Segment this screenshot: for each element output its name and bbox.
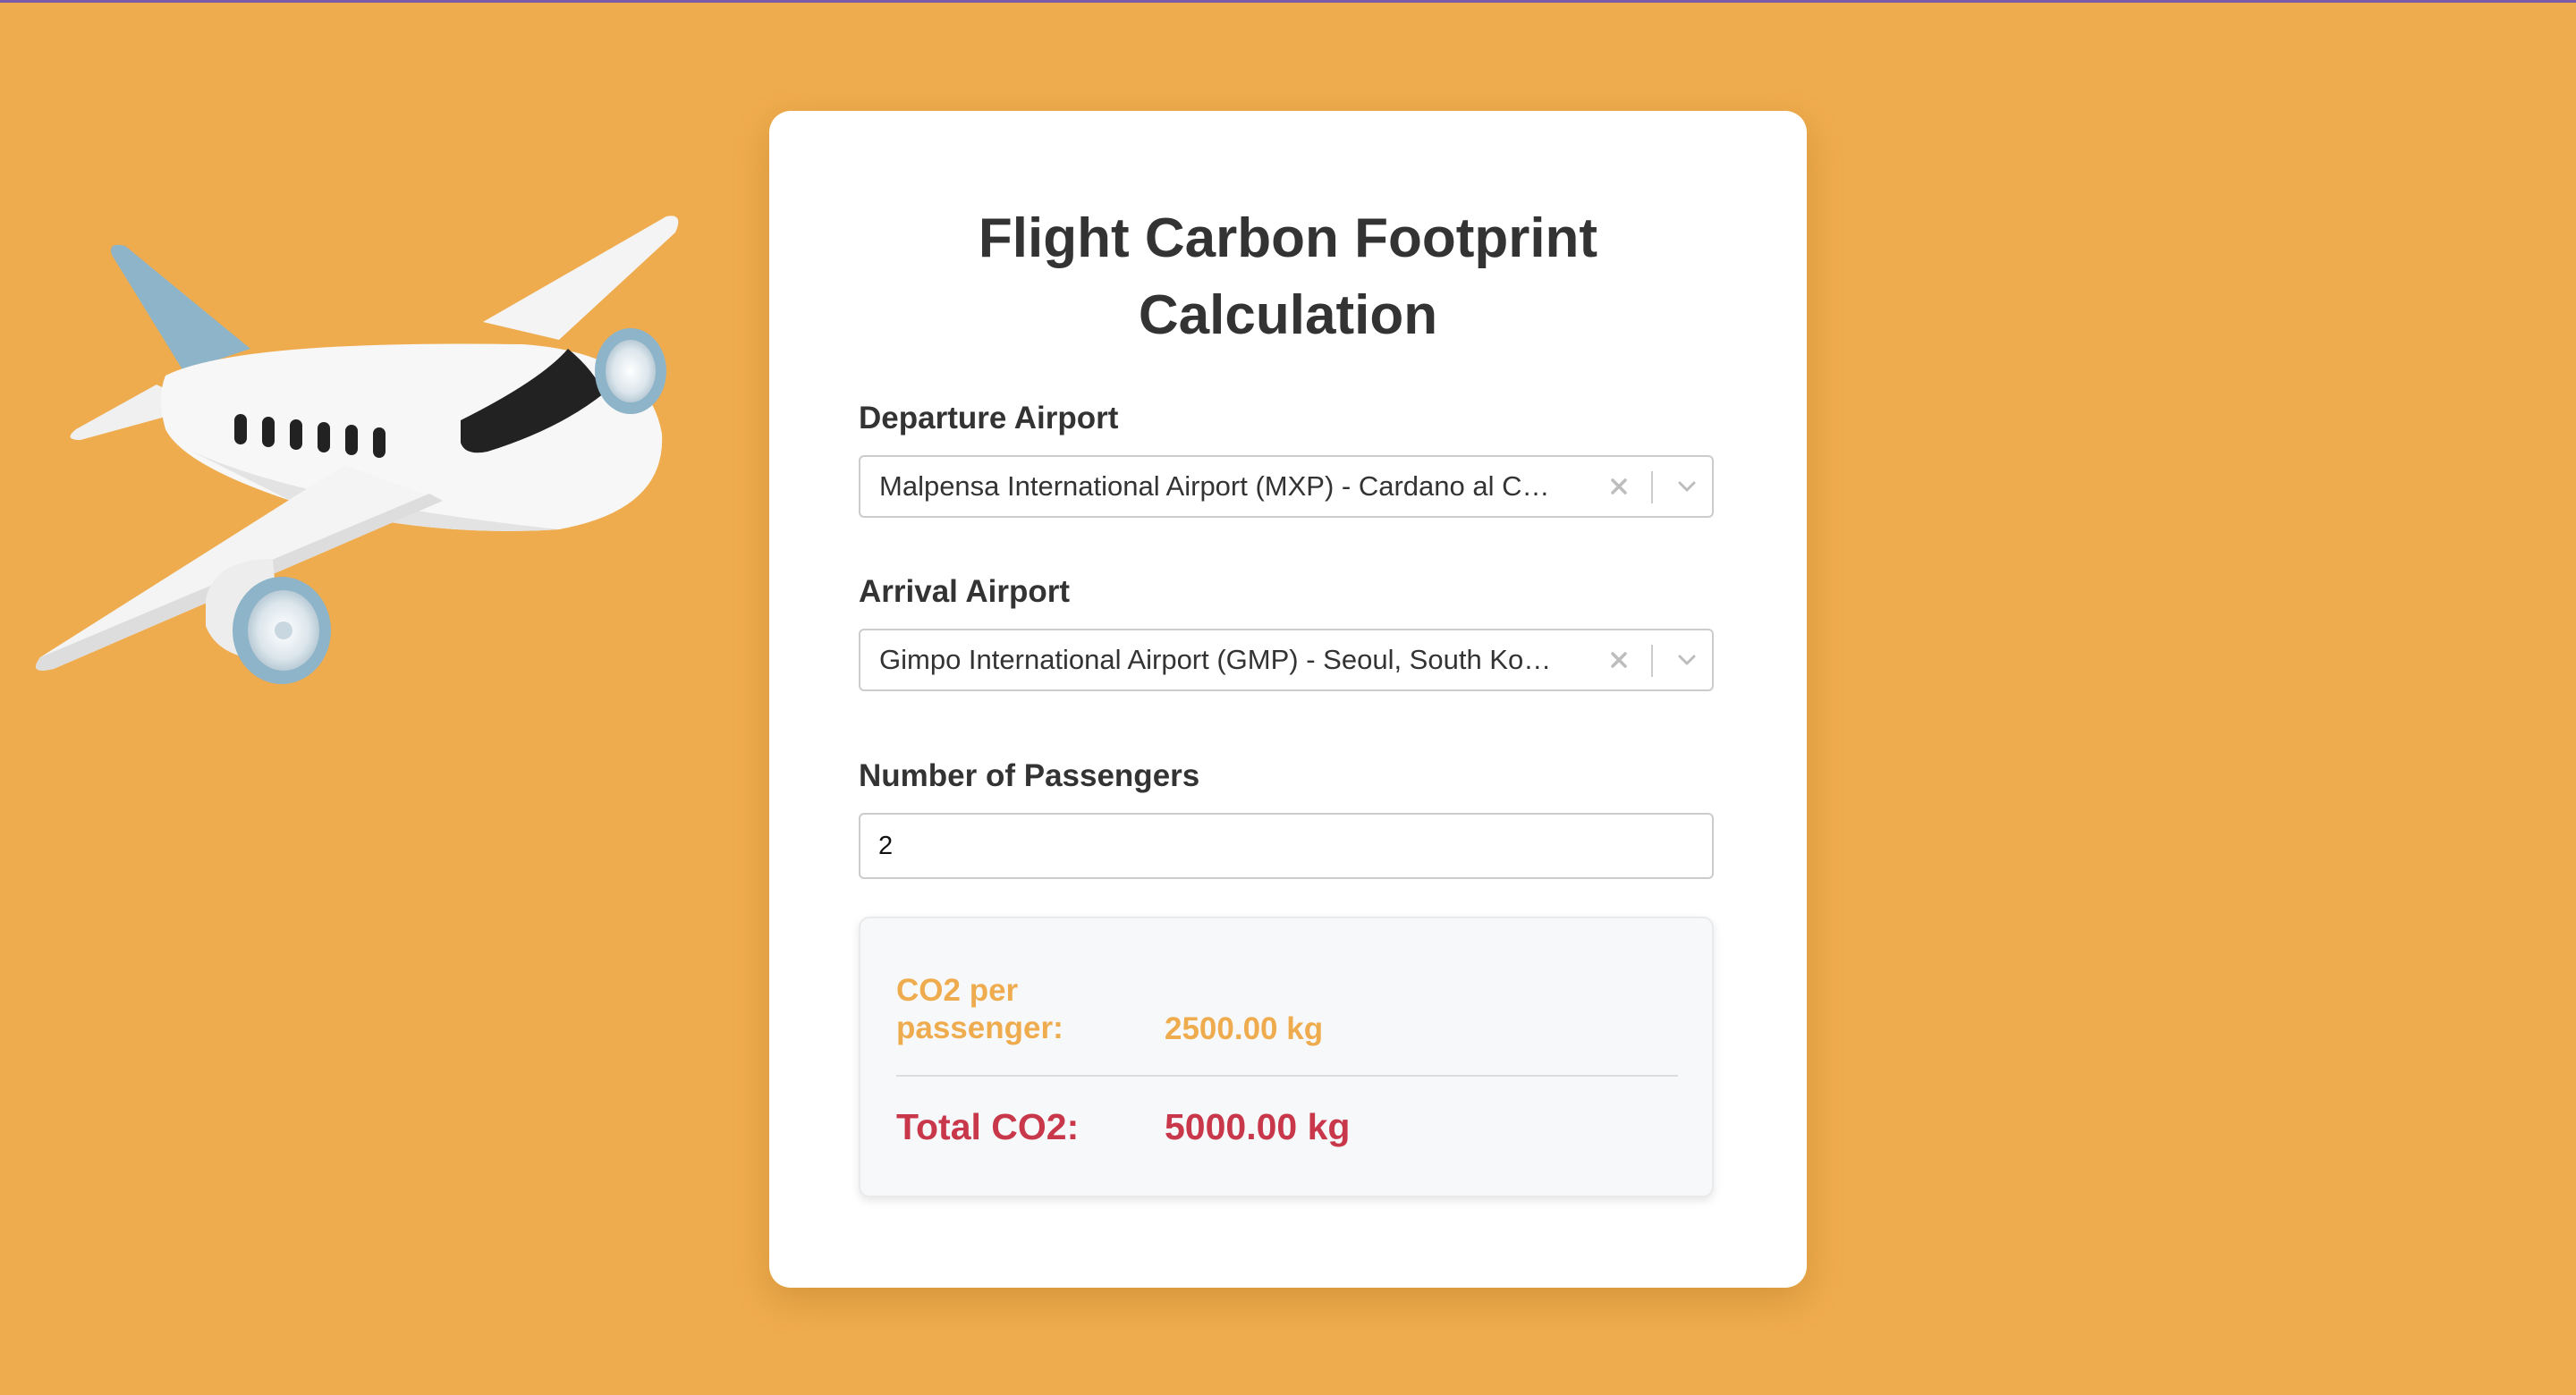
co2-per-passenger-label: CO2 per passenger:: [896, 973, 1063, 1045]
page-title: Flight Carbon Footprint Calculation: [769, 200, 1807, 354]
arrival-label: Arrival Airport: [859, 574, 1070, 609]
co2-per-passenger-value: 2500.00 kg: [1165, 1011, 1324, 1046]
close-icon[interactable]: [1603, 470, 1635, 503]
close-icon[interactable]: [1603, 644, 1635, 676]
results-panel: CO2 per passenger: 2500.00 kg Total CO2:…: [859, 917, 1714, 1197]
top-border: [0, 0, 2576, 3]
calculator-card: Flight Carbon Footprint Calculation Depa…: [769, 111, 1807, 1288]
title-line-1: Flight Carbon Footprint: [978, 207, 1598, 269]
total-co2-value: 5000.00 kg: [1165, 1106, 1351, 1147]
arrival-value: Gimpo International Airport (GMP) - Seou…: [879, 644, 1559, 675]
airplane-illustration: [36, 216, 679, 684]
chevron-down-icon[interactable]: [1671, 644, 1703, 676]
indicator-separator: [1651, 471, 1653, 503]
departure-select[interactable]: Malpensa International Airport (MXP) - C…: [859, 455, 1714, 518]
arrival-select[interactable]: Gimpo International Airport (GMP) - Seou…: [859, 629, 1714, 691]
indicator-separator: [1651, 645, 1653, 677]
departure-label: Departure Airport: [859, 401, 1119, 435]
title-line-2: Calculation: [1138, 284, 1438, 346]
results-divider: [896, 1075, 1678, 1077]
passengers-input[interactable]: [859, 813, 1714, 879]
total-co2-label: Total CO2:: [896, 1106, 1080, 1147]
passengers-label: Number of Passengers: [859, 758, 1200, 793]
departure-value: Malpensa International Airport (MXP) - C…: [879, 470, 1559, 502]
chevron-down-icon[interactable]: [1671, 470, 1703, 503]
